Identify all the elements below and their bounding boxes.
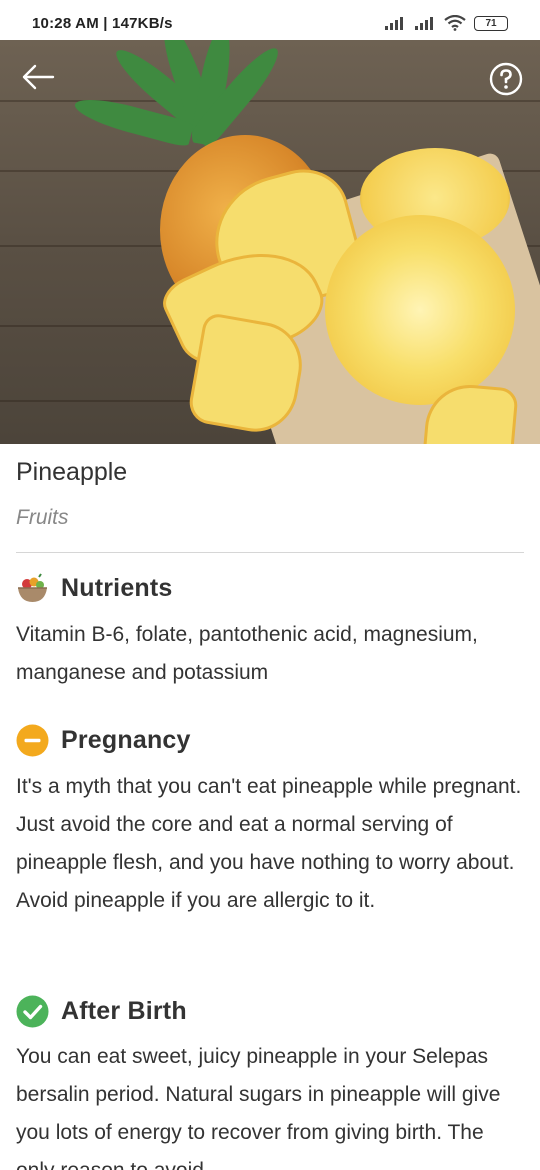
hero-image [0, 40, 540, 444]
check-circle-icon [16, 995, 49, 1028]
pregnancy-body: It's a myth that you can't eat pineapple… [16, 775, 522, 912]
back-button[interactable] [20, 62, 56, 92]
nutrients-body: Vitamin B-6, folate, pantothenic acid, m… [16, 623, 478, 684]
after-birth-title: After Birth [61, 997, 187, 1025]
arrow-left-icon [22, 64, 55, 90]
battery-indicator: 71 [474, 15, 508, 31]
help-button[interactable] [489, 62, 523, 96]
status-icons: 71 [384, 15, 508, 31]
nutrients-header: Nutrients [16, 572, 173, 605]
after-birth-body: You can eat sweet, juicy pineapple in yo… [16, 1045, 501, 1170]
food-category: Fruits [16, 506, 69, 529]
divider [16, 552, 524, 553]
cellular-signal-2-icon [415, 17, 433, 30]
pregnancy-header: Pregnancy [16, 724, 191, 757]
wifi-icon [444, 15, 466, 31]
status-time: 10:28 AM | 147KB/s [32, 14, 173, 32]
cellular-signal-icon [385, 17, 403, 30]
food-title: Pineapple [16, 458, 128, 486]
food-bowl-icon [18, 573, 47, 602]
question-circle-icon [489, 62, 523, 96]
after-birth-header: After Birth [16, 995, 187, 1028]
minus-circle-icon [16, 724, 49, 757]
pregnancy-title: Pregnancy [61, 726, 191, 754]
nutrients-title: Nutrients [61, 574, 173, 602]
